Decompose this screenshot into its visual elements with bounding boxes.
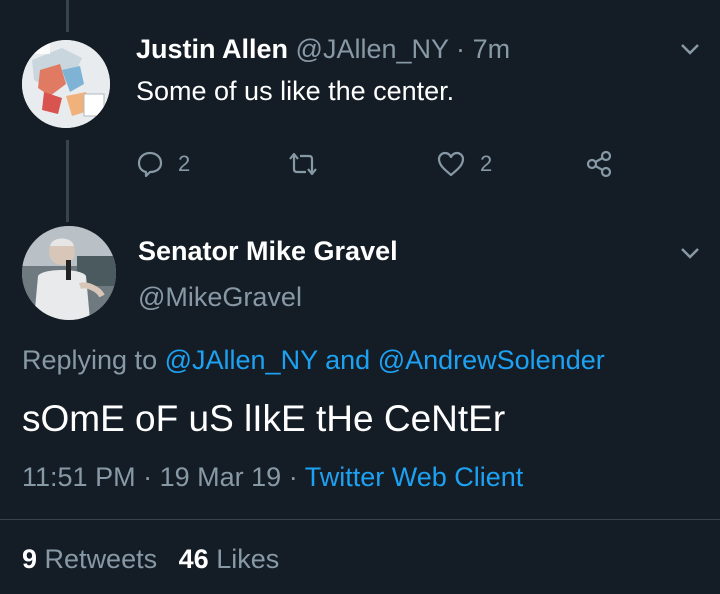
engagement-stats: 9 Retweets 46 Likes — [22, 544, 279, 575]
like-count: 2 — [480, 151, 493, 176]
likes-count: 46 — [178, 544, 209, 574]
retweets-label: Retweets — [44, 544, 158, 574]
retweet-icon — [289, 152, 317, 176]
chevron-down-icon[interactable] — [680, 246, 700, 260]
tweet-meta: 11:51 PM · 19 Mar 19 · Twitter Web Clien… — [22, 462, 523, 493]
like-button[interactable]: 2 — [436, 150, 492, 178]
likes-stat[interactable]: 46 Likes — [179, 544, 280, 574]
avatar[interactable] — [22, 40, 110, 128]
separator: · — [456, 34, 466, 64]
likes-label: Likes — [216, 544, 280, 574]
author-handle[interactable]: @JAllen_NY — [296, 34, 449, 64]
retweets-stat[interactable]: 9 Retweets — [22, 544, 165, 574]
tweet-date[interactable]: 19 Mar 19 — [160, 462, 282, 492]
thread-line-top — [66, 0, 69, 32]
share-button[interactable] — [584, 150, 614, 178]
replying-to: Replying to @JAllen_NY and @AndrewSolend… — [22, 345, 605, 376]
tweet-time[interactable]: 11:51 PM — [22, 462, 136, 492]
separator: · — [143, 462, 153, 492]
retweets-count: 9 — [22, 544, 38, 574]
share-icon — [586, 150, 612, 178]
tweet-text: Some of us like the center. — [136, 76, 455, 106]
separator: · — [288, 462, 298, 492]
reply-icon — [137, 151, 163, 178]
chevron-down-icon[interactable] — [680, 42, 700, 56]
reply-button[interactable]: 2 — [136, 150, 190, 178]
tweet-text: sOmE oF uS lIkE tHe CeNtEr — [22, 398, 506, 439]
reply-mention-andrewsolender[interactable]: @AndrewSolender — [378, 345, 605, 375]
author-handle[interactable]: @MikeGravel — [138, 282, 302, 313]
retweet-button[interactable] — [286, 150, 320, 178]
replying-prefix: Replying to — [22, 345, 158, 375]
tweet-header: Justin Allen @JAllen_NY · 7m — [136, 34, 510, 65]
reply-count: 2 — [178, 151, 191, 176]
divider — [0, 519, 720, 520]
like-icon — [437, 151, 465, 177]
tweet-time[interactable]: 7m — [473, 34, 511, 64]
reply-and[interactable]: and — [325, 345, 370, 375]
thread-line-bottom — [66, 140, 69, 222]
reply-mention-jallen[interactable]: @JAllen_NY — [165, 345, 318, 375]
avatar[interactable] — [22, 226, 116, 320]
author-name[interactable]: Justin Allen — [136, 34, 288, 64]
client-link[interactable]: Twitter Web Client — [305, 462, 524, 492]
author-name[interactable]: Senator Mike Gravel — [138, 236, 398, 267]
